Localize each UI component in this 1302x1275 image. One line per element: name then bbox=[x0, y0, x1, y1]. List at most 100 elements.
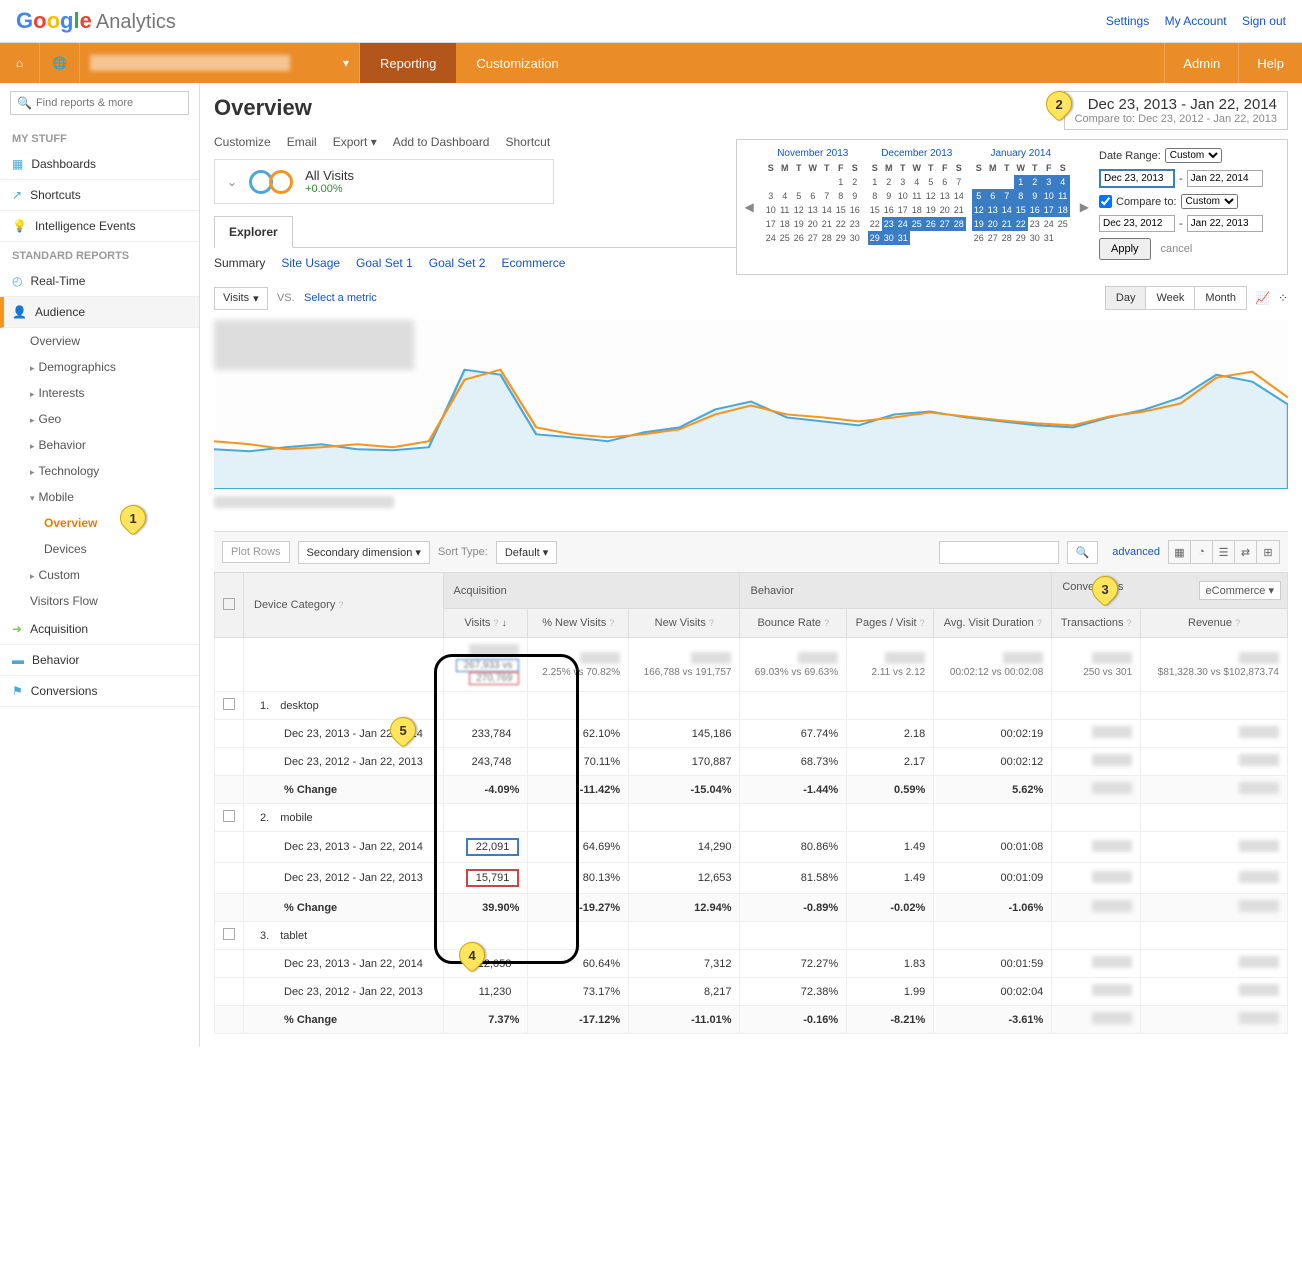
view-pivot-icon[interactable]: ⊞ bbox=[1257, 541, 1279, 563]
table-search[interactable] bbox=[939, 541, 1059, 564]
table-row: % Change-4.09%-11.42%-15.04%-1.44%0.59%5… bbox=[215, 776, 1288, 804]
compare-type[interactable]: Custom bbox=[1181, 194, 1238, 209]
date-range-display[interactable]: Dec 23, 2013 - Jan 22, 2014 Compare to: … bbox=[1064, 91, 1288, 130]
chart bbox=[214, 320, 1288, 490]
sidebar-acquisition[interactable]: ➜Acquisition bbox=[0, 614, 199, 645]
view-bar-icon[interactable]: ☰ bbox=[1213, 541, 1235, 563]
admin-link[interactable]: Admin bbox=[1164, 43, 1238, 83]
search-input[interactable] bbox=[36, 97, 182, 109]
chart-type-motion-icon[interactable]: ⁘ bbox=[1278, 291, 1288, 305]
sidebar-demographics[interactable]: Demographics bbox=[0, 354, 199, 380]
settings-link[interactable]: Settings bbox=[1106, 14, 1149, 28]
calendar-prev[interactable]: ◀ bbox=[745, 200, 754, 214]
subtab-goal1[interactable]: Goal Set 1 bbox=[356, 256, 413, 270]
action-customize[interactable]: Customize bbox=[214, 135, 271, 149]
table-row: 1. desktop bbox=[215, 692, 1288, 720]
sidebar-custom[interactable]: Custom bbox=[0, 562, 199, 588]
top-links: Settings My Account Sign out bbox=[1094, 14, 1286, 28]
my-account-link[interactable]: My Account bbox=[1165, 14, 1227, 28]
subtab-site-usage[interactable]: Site Usage bbox=[281, 256, 340, 270]
content: 2 Overview Dec 23, 2013 - Jan 22, 2014 C… bbox=[200, 83, 1302, 1046]
sign-out-link[interactable]: Sign out bbox=[1242, 14, 1286, 28]
sidebar-behavior-main[interactable]: ▬Behavior bbox=[0, 645, 199, 676]
subtab-ecommerce[interactable]: Ecommerce bbox=[501, 256, 565, 270]
table-search-button[interactable]: 🔍 bbox=[1067, 541, 1099, 564]
view-pie-icon[interactable]: ◔ bbox=[1191, 541, 1213, 563]
sidebar-intelligence[interactable]: 💡Intelligence Events bbox=[0, 211, 199, 242]
help-link[interactable]: Help bbox=[1238, 43, 1302, 83]
sidebar-realtime[interactable]: ◴Real-Time bbox=[0, 266, 199, 297]
secondary-dimension[interactable]: Secondary dimension ▾ bbox=[298, 541, 430, 564]
compare-checkbox[interactable] bbox=[1099, 195, 1112, 208]
tab-explorer[interactable]: Explorer bbox=[214, 216, 293, 248]
action-export[interactable]: Export ▾ bbox=[333, 135, 377, 149]
date-start[interactable] bbox=[1099, 169, 1175, 188]
sort-type[interactable]: Default ▾ bbox=[496, 541, 557, 564]
logo: GoogleAnalytics bbox=[16, 8, 176, 34]
sidebar-interests[interactable]: Interests bbox=[0, 380, 199, 406]
conversion-dropdown[interactable]: eCommerce ▾ bbox=[1199, 581, 1281, 600]
calendar-next[interactable]: ▶ bbox=[1080, 200, 1089, 214]
row-checkbox[interactable] bbox=[223, 810, 235, 822]
tab-customization[interactable]: Customization bbox=[456, 43, 578, 83]
dashboard-icon: ▦ bbox=[12, 157, 23, 171]
sidebar-mobile[interactable]: Mobile bbox=[0, 484, 199, 510]
tab-reporting[interactable]: Reporting bbox=[360, 43, 456, 83]
view-month[interactable]: Month bbox=[1195, 287, 1246, 309]
account-dropdown[interactable]: ▾ bbox=[80, 43, 360, 83]
arrow-icon: ➜ bbox=[12, 622, 22, 636]
sidebar-geo[interactable]: Geo bbox=[0, 406, 199, 432]
plot-rows-button[interactable]: Plot Rows bbox=[222, 541, 290, 563]
globe-icon[interactable]: 🌐 bbox=[40, 43, 80, 83]
sidebar-audience[interactable]: 👤Audience bbox=[0, 297, 199, 328]
compare-end[interactable] bbox=[1187, 215, 1263, 232]
view-week[interactable]: Week bbox=[1146, 287, 1195, 309]
search-box[interactable]: 🔍 bbox=[10, 91, 189, 115]
select-metric-link[interactable]: Select a metric bbox=[304, 292, 377, 304]
search-icon: 🔍 bbox=[17, 96, 32, 110]
sidebar-mobile-overview[interactable]: Overview 1 bbox=[0, 510, 199, 536]
row-checkbox[interactable] bbox=[223, 698, 235, 710]
select-all-checkbox[interactable] bbox=[223, 598, 235, 610]
chart-type-line-icon[interactable]: 📈 bbox=[1255, 291, 1270, 305]
sidebar-dashboards[interactable]: ▦Dashboards bbox=[0, 149, 199, 180]
cancel-link[interactable]: cancel bbox=[1161, 243, 1193, 255]
flag-icon: ⚑ bbox=[12, 684, 23, 698]
date-range-type[interactable]: Custom bbox=[1165, 148, 1222, 163]
chevron-down-icon: ⌄ bbox=[227, 175, 237, 189]
sidebar-technology[interactable]: Technology bbox=[0, 458, 199, 484]
sidebar-shortcuts[interactable]: ↗Shortcuts bbox=[0, 180, 199, 211]
action-add-dashboard[interactable]: Add to Dashboard bbox=[393, 135, 490, 149]
sidebar-behavior[interactable]: Behavior bbox=[0, 432, 199, 458]
view-compare-icon[interactable]: ⇄ bbox=[1235, 541, 1257, 563]
date-end[interactable] bbox=[1187, 170, 1263, 187]
clock-icon: ◴ bbox=[12, 274, 22, 288]
sidebar-visitors-flow[interactable]: Visitors Flow bbox=[0, 588, 199, 614]
apply-button[interactable]: Apply bbox=[1099, 238, 1151, 260]
bulb-icon: 💡 bbox=[12, 219, 27, 233]
sidebar-audience-overview[interactable]: Overview bbox=[0, 328, 199, 354]
segment-selector[interactable]: ⌄ All Visits +0.00% bbox=[214, 159, 554, 204]
action-email[interactable]: Email bbox=[287, 135, 317, 149]
sidebar-mobile-devices[interactable]: Devices bbox=[0, 536, 199, 562]
segment-circles-icon bbox=[249, 170, 293, 194]
home-icon[interactable]: ⌂ bbox=[0, 43, 40, 83]
sidebar-conversions[interactable]: ⚑Conversions bbox=[0, 676, 199, 707]
table-row: Dec 23, 2012 - Jan 22, 201311,23073.17%8… bbox=[215, 978, 1288, 1006]
table-row: Dec 23, 2013 - Jan 22, 201412,05860.64%7… bbox=[215, 950, 1288, 978]
behavior-icon: ▬ bbox=[12, 653, 24, 667]
view-table-icon[interactable]: ▦ bbox=[1169, 541, 1191, 563]
col-visits[interactable]: Visits ? ↓ bbox=[443, 609, 528, 638]
row-checkbox[interactable] bbox=[223, 928, 235, 940]
compare-start[interactable] bbox=[1099, 215, 1175, 232]
data-table: Device Category ? Acquisition Behavior C… bbox=[214, 572, 1288, 1034]
action-shortcut[interactable]: Shortcut bbox=[505, 135, 550, 149]
view-day[interactable]: Day bbox=[1106, 287, 1147, 309]
subtab-goal2[interactable]: Goal Set 2 bbox=[429, 256, 486, 270]
subtab-summary[interactable]: Summary bbox=[214, 256, 265, 270]
segment-name: All Visits bbox=[305, 168, 354, 183]
date-picker-panel: ◀ November 2013SMTWTFS123456789101112131… bbox=[736, 139, 1288, 275]
table-row: Dec 23, 2013 - Jan 22, 2014233,78462.10%… bbox=[215, 720, 1288, 748]
metric-dropdown[interactable]: Visits ▾ bbox=[214, 287, 268, 310]
advanced-link[interactable]: advanced bbox=[1112, 546, 1160, 558]
